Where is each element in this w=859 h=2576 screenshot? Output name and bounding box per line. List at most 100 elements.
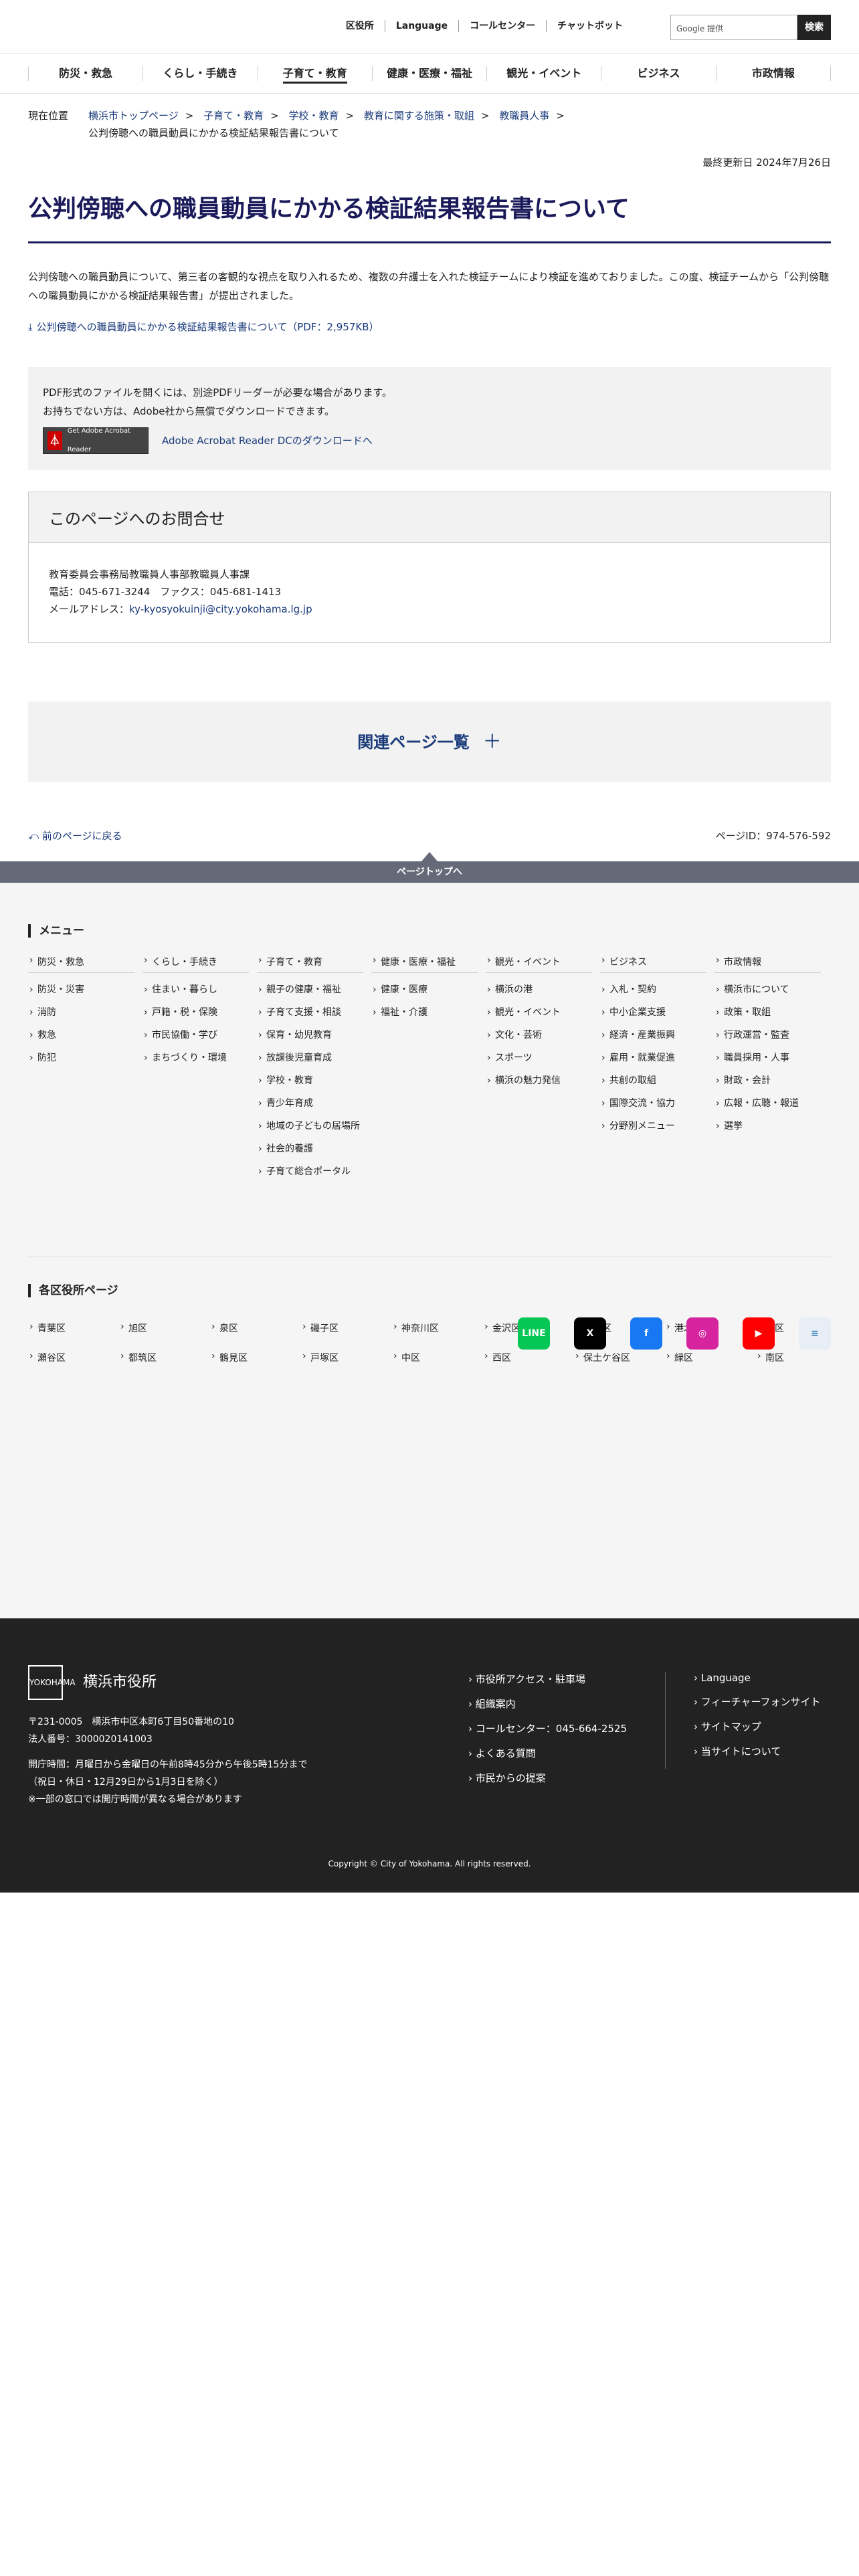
menu-item[interactable]: 横浜の魅力発信 bbox=[486, 1069, 592, 1092]
ward-link[interactable]: 緑区 bbox=[665, 1351, 756, 1364]
x-icon[interactable]: X bbox=[574, 1317, 606, 1350]
footer-link-callcenter[interactable]: › コールセンター：045-664-2525 bbox=[468, 1721, 627, 1735]
ward-link[interactable]: 青葉区 bbox=[28, 1321, 119, 1335]
menu-column-head[interactable]: 健康・医療・福祉 bbox=[371, 951, 478, 973]
ward-link[interactable]: 保土ケ谷区 bbox=[574, 1351, 665, 1364]
util-link-ward[interactable]: 区役所 bbox=[335, 20, 385, 32]
back-link[interactable]: ⤺ 前のページに戻る bbox=[28, 829, 122, 843]
breadcrumb-personnel[interactable]: 教職員人事 bbox=[499, 110, 549, 122]
gnav-health[interactable]: 健康・医療・福祉 bbox=[371, 66, 486, 81]
menu-item[interactable]: 学校・教育 bbox=[257, 1069, 363, 1092]
gnav-living[interactable]: くらし・手続き bbox=[142, 66, 257, 81]
gnav-childcare[interactable]: 子育て・教育 bbox=[257, 66, 372, 84]
related-pages-toggle[interactable]: 関連ページ一覧＋ bbox=[28, 702, 831, 782]
menu-item[interactable]: 文化・芸術 bbox=[486, 1024, 592, 1047]
menu-item[interactable]: 青少年育成 bbox=[257, 1092, 363, 1115]
gnav-cityinfo[interactable]: 市政情報 bbox=[715, 66, 831, 81]
gnav-business[interactable]: ビジネス bbox=[601, 66, 715, 81]
adobe-download-link[interactable]: Adobe Acrobat Reader DCのダウンロードへ bbox=[162, 431, 373, 450]
menu-item[interactable]: 戸籍・税・保険 bbox=[142, 1001, 249, 1024]
footer-link-sitemap[interactable]: › サイトマップ bbox=[694, 1719, 820, 1733]
menu-item[interactable]: 入札・契約 bbox=[600, 978, 706, 1001]
footer-link-featurephone[interactable]: › フィーチャーフォンサイト bbox=[694, 1695, 820, 1709]
ward-link[interactable]: 神奈川区 bbox=[392, 1321, 483, 1335]
menu-item[interactable]: まちづくり・環境 bbox=[142, 1047, 249, 1069]
footer-link-about[interactable]: › 当サイトについて bbox=[694, 1744, 820, 1758]
menu-column-head[interactable]: ビジネス bbox=[600, 951, 706, 973]
menu-column-head[interactable]: 子育て・教育 bbox=[257, 951, 363, 973]
menu-item[interactable]: 子育て支援・相談 bbox=[257, 1001, 363, 1024]
ward-link[interactable]: 旭区 bbox=[119, 1321, 210, 1335]
menu-item[interactable]: 救急 bbox=[28, 1024, 134, 1047]
menu-item[interactable]: 観光・イベント bbox=[486, 1001, 592, 1024]
gnav-disaster[interactable]: 防災・救急 bbox=[28, 66, 142, 81]
page-top-button[interactable]: ページトップへ bbox=[0, 852, 859, 883]
menu-item[interactable]: 雇用・就業促進 bbox=[600, 1047, 706, 1069]
menu-item[interactable]: 健康・医療 bbox=[371, 978, 478, 1001]
ward-link[interactable]: 中区 bbox=[392, 1351, 483, 1364]
menu-column-head[interactable]: 防災・救急 bbox=[28, 951, 134, 973]
menu-column-head[interactable]: くらし・手続き bbox=[142, 951, 249, 973]
menu-item[interactable]: 地域の子どもの居場所 bbox=[257, 1115, 363, 1138]
ward-link[interactable]: 南区 bbox=[756, 1351, 847, 1364]
ward-link[interactable]: 瀬谷区 bbox=[28, 1351, 119, 1364]
util-link-language[interactable]: Language bbox=[384, 20, 458, 32]
menu-item[interactable]: 防災・災害 bbox=[28, 978, 134, 1001]
news-icon[interactable]: ≡ bbox=[799, 1317, 831, 1350]
menu-item[interactable]: 横浜市について bbox=[714, 978, 821, 1001]
search-input[interactable]: Google 提供 bbox=[670, 15, 797, 40]
util-link-callcenter[interactable]: コールセンター bbox=[458, 20, 546, 32]
menu-item[interactable]: 放課後児童育成 bbox=[257, 1047, 363, 1069]
instagram-icon[interactable]: ◎ bbox=[686, 1317, 719, 1350]
menu-item[interactable]: 親子の健康・福祉 bbox=[257, 978, 363, 1001]
download-link-text[interactable]: 公判傍聴への職員動員にかかる検証結果報告書について（PDF：2,957KB） bbox=[37, 321, 379, 333]
footer-link-language[interactable]: › Language bbox=[694, 1672, 820, 1684]
footer-link-proposal[interactable]: › 市民からの提案 bbox=[468, 1771, 627, 1785]
breadcrumb-school[interactable]: 学校・教育 bbox=[288, 110, 339, 122]
ward-link[interactable]: 戸塚区 bbox=[301, 1351, 392, 1364]
menu-item[interactable]: 福祉・介護 bbox=[371, 1001, 478, 1024]
menu-item[interactable]: 中小企業支援 bbox=[600, 1001, 706, 1024]
gnav-tourism[interactable]: 観光・イベント bbox=[486, 66, 601, 81]
menu-item[interactable]: 市民協働・学び bbox=[142, 1024, 249, 1047]
menu-item[interactable]: 横浜の港 bbox=[486, 978, 592, 1001]
download-link[interactable]: ⤓ 公判傍聴への職員動員にかかる検証結果報告書について（PDF：2,957KB） bbox=[28, 320, 831, 334]
menu-column-head[interactable]: 観光・イベント bbox=[486, 951, 592, 973]
menu-column-head[interactable]: 市政情報 bbox=[714, 951, 821, 973]
footer-link-faq[interactable]: › よくある質問 bbox=[468, 1746, 627, 1760]
menu-item[interactable]: 消防 bbox=[28, 1001, 134, 1024]
menu-item[interactable]: 政策・取組 bbox=[714, 1001, 821, 1024]
menu-item[interactable]: 保育・幼児教育 bbox=[257, 1024, 363, 1047]
breadcrumb-policy[interactable]: 教育に関する施策・取組 bbox=[364, 110, 474, 122]
breadcrumb-childcare[interactable]: 子育て・教育 bbox=[203, 110, 264, 122]
menu-item[interactable]: 選挙 bbox=[714, 1115, 821, 1138]
breadcrumb-top[interactable]: 横浜市トップページ bbox=[88, 110, 179, 122]
footer-link-organization[interactable]: › 組織案内 bbox=[468, 1697, 627, 1711]
menu-item[interactable]: 経済・産業振興 bbox=[600, 1024, 706, 1047]
menu-item[interactable]: 国際交流・協力 bbox=[600, 1092, 706, 1115]
menu-item[interactable]: スポーツ bbox=[486, 1047, 592, 1069]
adobe-reader-badge[interactable]: ⏃ Get Adobe Acrobat Reader bbox=[43, 427, 149, 454]
menu-item[interactable]: 財政・会計 bbox=[714, 1069, 821, 1092]
menu-item[interactable]: 共創の取組 bbox=[600, 1069, 706, 1092]
line-icon[interactable]: LINE bbox=[518, 1317, 550, 1350]
menu-item[interactable]: 社会的養護 bbox=[257, 1138, 363, 1160]
youtube-icon[interactable]: ▶ bbox=[743, 1317, 775, 1350]
menu-item[interactable]: 分野別メニュー bbox=[600, 1115, 706, 1138]
ward-link[interactable]: 都筑区 bbox=[119, 1351, 210, 1364]
ward-link[interactable]: 鶴見区 bbox=[210, 1351, 301, 1364]
footer-link-access[interactable]: › 市役所アクセス・駐車場 bbox=[468, 1672, 627, 1686]
menu-item[interactable]: 防犯 bbox=[28, 1047, 134, 1069]
menu-item[interactable]: 子育て総合ポータル bbox=[257, 1160, 363, 1183]
ward-link[interactable]: 磯子区 bbox=[301, 1321, 392, 1335]
menu-item[interactable]: 職員採用・人事 bbox=[714, 1047, 821, 1069]
menu-item[interactable]: 広報・広聴・報道 bbox=[714, 1092, 821, 1115]
facebook-icon[interactable]: f bbox=[630, 1317, 662, 1350]
search-button[interactable]: 検索 bbox=[797, 15, 831, 40]
util-link-chatbot[interactable]: チャットボット bbox=[546, 20, 634, 32]
menu-item[interactable]: 住まい・暮らし bbox=[142, 978, 249, 1001]
contact-mail-link[interactable]: ky-kyosyokuinji@city.yokohama.lg.jp bbox=[129, 603, 312, 615]
ward-link[interactable]: 泉区 bbox=[210, 1321, 301, 1335]
menu-item[interactable]: 行政運営・監査 bbox=[714, 1024, 821, 1047]
ward-link[interactable]: 西区 bbox=[483, 1351, 574, 1364]
